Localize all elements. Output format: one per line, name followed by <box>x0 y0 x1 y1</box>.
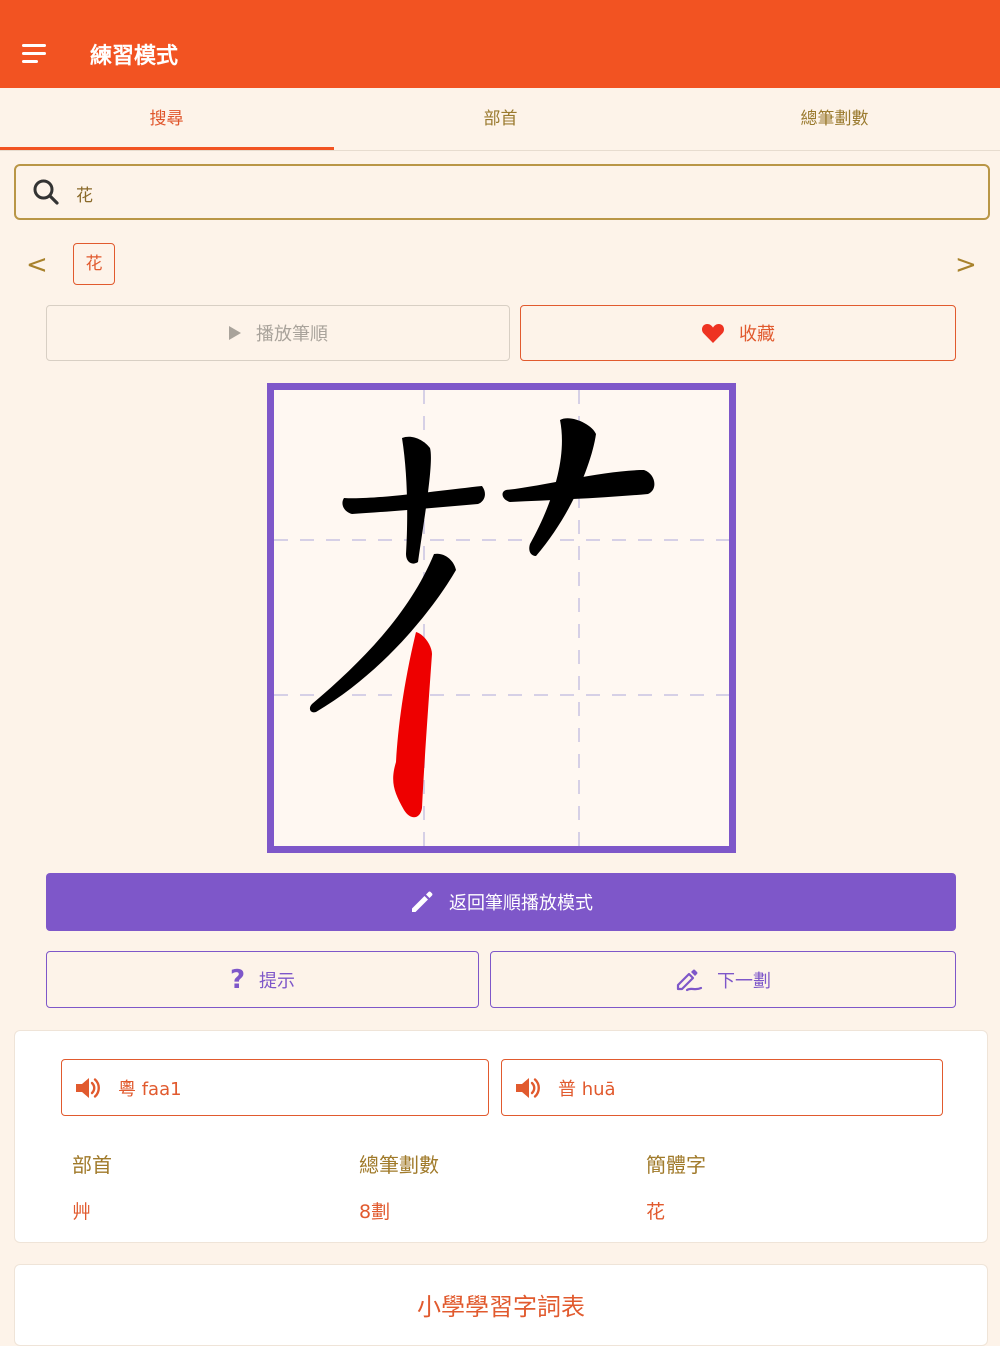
tab-stroke-count[interactable]: 總筆劃數 <box>668 88 1000 150</box>
character-chip[interactable]: 花 <box>73 243 115 285</box>
mandarin-label: 普 huā <box>558 1078 616 1100</box>
practice-canvas[interactable] <box>267 383 736 853</box>
character-info-card: 粵 faa1 普 huā 部首 艸 總筆劃數 8劃 簡體字 花 <box>14 1030 988 1243</box>
current-stroke <box>393 632 432 818</box>
guide-grid <box>274 390 729 846</box>
play-stroke-order-button[interactable]: 播放筆順 <box>46 305 510 361</box>
return-playback-button[interactable]: 返回筆順播放模式 <box>46 873 956 931</box>
radical-label: 部首 <box>72 1153 112 1177</box>
speaker-icon <box>74 1076 102 1100</box>
cantonese-label: 粵 faa1 <box>118 1078 182 1100</box>
pencil-icon <box>409 889 435 915</box>
question-icon: ? <box>229 964 246 995</box>
word-list-title: 小學學習字詞表 <box>417 1293 585 1321</box>
speaker-icon <box>514 1076 542 1100</box>
tab-radical[interactable]: 部首 <box>334 88 667 150</box>
draw-icon <box>675 967 703 993</box>
menu-icon[interactable] <box>22 44 48 64</box>
simplified-value: 花 <box>646 1201 666 1223</box>
play-label: 播放筆順 <box>256 324 328 345</box>
prev-arrow[interactable]: < <box>26 250 48 280</box>
tab-search[interactable]: 搜尋 <box>0 88 333 150</box>
tab-bar: 搜尋 部首 總筆劃數 <box>0 88 1000 151</box>
simplified-label: 簡體字 <box>646 1153 706 1177</box>
stroke-count-label: 總筆劃數 <box>359 1153 439 1177</box>
search-input[interactable] <box>74 178 958 208</box>
app-bar: 練習模式 <box>0 0 1000 88</box>
cantonese-audio-button[interactable]: 粵 faa1 <box>61 1059 489 1116</box>
favorite-label: 收藏 <box>739 324 775 345</box>
next-arrow[interactable]: > <box>955 250 977 280</box>
next-stroke-button[interactable]: 下一劃 <box>490 951 956 1008</box>
favorite-button[interactable]: 收藏 <box>520 305 956 361</box>
completed-strokes <box>309 418 655 713</box>
next-stroke-label: 下一劃 <box>717 970 771 992</box>
radical-value: 艸 <box>72 1201 92 1223</box>
heart-icon <box>701 322 725 344</box>
return-playback-label: 返回筆順播放模式 <box>449 893 593 914</box>
search-icon <box>32 178 60 210</box>
stroke-count-value: 8劃 <box>359 1201 391 1223</box>
hint-label: 提示 <box>259 970 296 992</box>
page-title: 練習模式 <box>90 44 179 69</box>
search-box[interactable] <box>14 164 990 220</box>
play-icon <box>228 325 242 341</box>
hint-button[interactable]: ? 提示 <box>46 951 479 1008</box>
mandarin-audio-button[interactable]: 普 huā <box>501 1059 943 1116</box>
active-tab-indicator <box>0 147 334 150</box>
